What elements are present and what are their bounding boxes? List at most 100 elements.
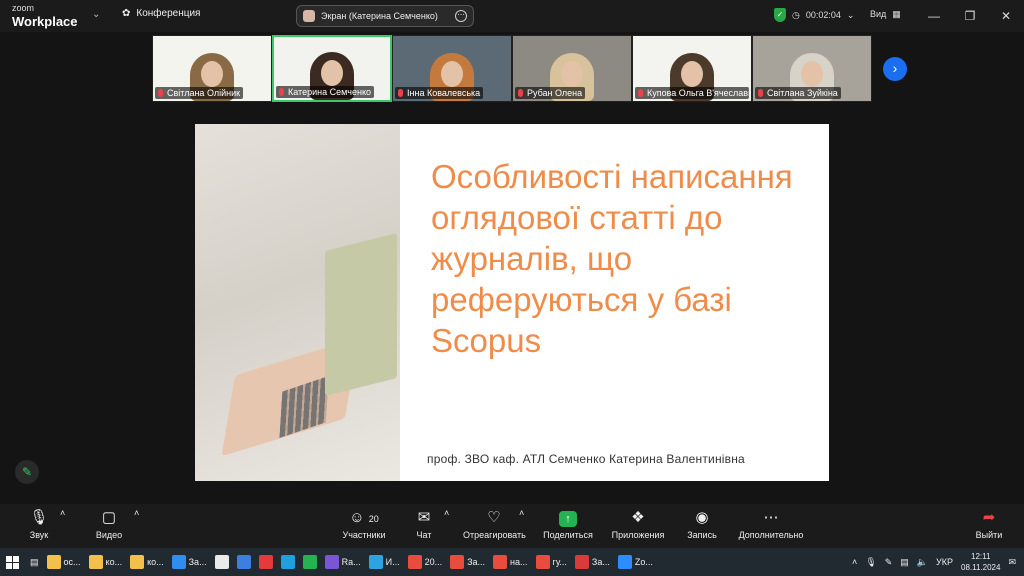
taskbar-app-label: ко... [147, 557, 164, 567]
participant-tile[interactable]: Купова Ольга В'ячеславівна [632, 35, 752, 102]
chevron-down-icon[interactable]: ⌄ [847, 10, 855, 21]
record-button[interactable]: ◉ Запись [685, 508, 719, 540]
taskbar-app-label: на... [510, 557, 528, 567]
video-options-caret[interactable]: ˄ [134, 508, 139, 518]
apps-icon: ❖ [631, 509, 645, 526]
close-icon[interactable]: ✕ [988, 0, 1024, 32]
taskbar-app-label: За... [188, 557, 207, 567]
window-controls: — ❐ ✕ [916, 0, 1024, 32]
view-button[interactable]: Вид ▦ [870, 9, 901, 20]
leave-button[interactable]: ➦ Выйти [974, 508, 1004, 540]
participant-tile[interactable]: Світлана Олійник [152, 35, 272, 102]
taskbar-app[interactable]: гу... [533, 551, 570, 573]
participant-face [681, 61, 703, 87]
participant-tile[interactable]: Катерина Семченко [272, 35, 392, 102]
more-button[interactable]: ⋯ Дополнительно [737, 508, 805, 540]
video-button[interactable]: ▢ Видео [94, 508, 124, 540]
participant-strip: Світлана Олійник Катерина Семченко Інна Ко… [152, 35, 872, 102]
volume-icon[interactable]: 🔈 [917, 557, 928, 568]
app-icon [280, 555, 295, 569]
system-tray: ˄ 🎙 ✎ ▤ 🔈 УКР 12:11 08.11.2024 ✉ [852, 548, 1016, 576]
screen-share-indicator[interactable]: Экран (Катерина Семченко) ⋯ [296, 5, 474, 27]
taskbar-app[interactable] [234, 551, 254, 573]
taskbar-app[interactable] [212, 551, 232, 573]
clock[interactable]: 12:11 08.11.2024 [961, 551, 1000, 573]
app-icon [324, 555, 339, 569]
participant-tile[interactable]: Світлана Зуйкіна [752, 35, 872, 102]
taskbar-app[interactable]: ос... [44, 551, 84, 573]
taskbar-app[interactable]: 20... [405, 551, 446, 573]
next-page-button[interactable]: › [883, 57, 907, 81]
annotate-pencil-icon[interactable]: ✎ [15, 460, 39, 484]
laptop-lid-shape [325, 233, 397, 396]
participant-name: Інна Ковалевська [395, 87, 484, 99]
app-icon [302, 555, 317, 569]
participant-face [561, 61, 583, 87]
mic-icon[interactable]: 🎙 [865, 557, 876, 568]
taskbar-app-label: ос... [63, 557, 81, 567]
record-icon: ◉ [695, 509, 709, 526]
app-icon [88, 555, 103, 569]
leave-door-icon: ➦ [982, 509, 996, 526]
app-icon [450, 555, 465, 569]
react-options-caret[interactable]: ˄ [519, 508, 524, 518]
chevron-up-icon[interactable]: ˄ [852, 557, 857, 567]
people-icon: ☺ [349, 509, 365, 526]
minimize-icon[interactable]: — [916, 0, 952, 32]
task-view-icon: ▤ [30, 556, 39, 567]
taskbar-app[interactable] [256, 551, 276, 573]
chat-icon: ✉ [417, 509, 431, 526]
taskbar-app[interactable]: ко... [86, 551, 126, 573]
taskbar-app[interactable]: И... [366, 551, 403, 573]
app-icon [258, 555, 273, 569]
participant-face [441, 61, 463, 87]
chat-button[interactable]: ✉ Чат [412, 508, 436, 540]
participant-tile[interactable]: Рубан Олена [512, 35, 632, 102]
taskbar-app[interactable]: Zo... [615, 551, 656, 573]
meeting-info-button[interactable]: ✿ Конференция [122, 8, 200, 19]
taskbar-apps: ос... ко... ко... За... Ra... И... 20... За... н… [44, 551, 658, 573]
taskbar-app-label: ко... [105, 557, 123, 567]
participants-button[interactable]: ☺ 20 Участники [333, 508, 395, 540]
app-icon [574, 555, 589, 569]
audio-button[interactable]: 🎙 Звук [26, 508, 52, 540]
taskbar-app[interactable]: Ra... [322, 551, 364, 573]
taskbar-app[interactable]: За... [447, 551, 488, 573]
windows-taskbar: ▤ ос... ко... ко... За... Ra... И... 20... За..… [0, 548, 1024, 576]
video-camera-icon: ▢ [101, 509, 117, 526]
chevron-down-icon[interactable]: ⌄ [92, 9, 100, 20]
task-view-button[interactable]: ▤ [27, 551, 42, 573]
taskbar-app[interactable]: За... [572, 551, 613, 573]
participant-name: Катерина Семченко [276, 86, 374, 98]
participant-tile[interactable]: Інна Ковалевська [392, 35, 512, 102]
user-avatar-icon [303, 10, 315, 22]
react-button[interactable]: ♡ Отреагировать [463, 508, 526, 540]
mic-muted-icon: 🎙 [29, 509, 49, 526]
taskbar-app[interactable]: ко... [127, 551, 167, 573]
taskbar-app[interactable] [300, 551, 320, 573]
start-button[interactable] [0, 551, 25, 573]
share-button[interactable]: ↑ Поделиться [542, 508, 594, 540]
taskbar-app[interactable]: на... [490, 551, 530, 573]
audio-options-caret[interactable]: ˄ [60, 508, 65, 518]
app-icon [46, 555, 61, 569]
meeting-status: ✓ ◷ 00:02:04 ⌄ [774, 8, 854, 22]
taskbar-app[interactable] [278, 551, 298, 573]
chat-options-caret[interactable]: ˄ [444, 508, 449, 518]
apps-button[interactable]: ❖ Приложения [611, 508, 665, 540]
app-icon [368, 555, 383, 569]
shield-icon[interactable]: ✓ [774, 8, 786, 22]
taskbar-app[interactable]: За... [169, 551, 210, 573]
network-icon[interactable]: ▤ [900, 557, 909, 568]
pen-icon[interactable]: ✎ [885, 557, 893, 568]
participant-face [201, 61, 223, 87]
laptop-photo [195, 124, 400, 481]
language-indicator[interactable]: УКР [936, 557, 953, 567]
app-icon [535, 555, 550, 569]
app-icon [130, 555, 145, 569]
notifications-icon[interactable]: ✉ [1008, 557, 1016, 568]
app-icon [617, 555, 632, 569]
restore-icon[interactable]: ❐ [952, 0, 988, 32]
app-icon [171, 555, 186, 569]
more-icon[interactable]: ⋯ [455, 10, 467, 22]
